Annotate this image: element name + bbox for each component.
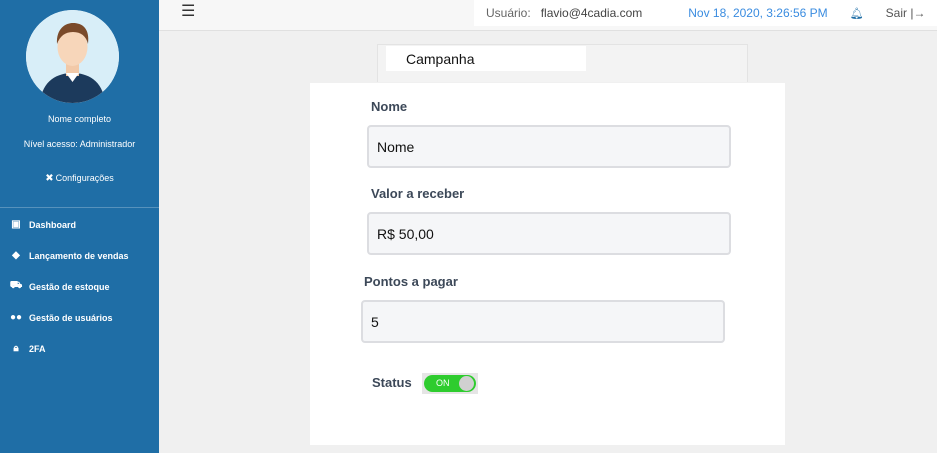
toggle-text: ON xyxy=(436,378,450,388)
topbar: ☰ Usuário: flavio@4cadia.com Nov 18, 202… xyxy=(159,0,937,31)
menu-icon[interactable]: ☰ xyxy=(181,1,195,21)
status-toggle[interactable]: ON xyxy=(422,373,478,394)
sidebar-item-vendas[interactable]: ◆ Lançamento de vendas xyxy=(0,240,159,271)
nome-input[interactable] xyxy=(367,125,731,168)
sidebar-item-label: Gestão de usuários xyxy=(29,312,113,323)
sidebar-item-usuarios[interactable]: ●● Gestão de usuários xyxy=(0,302,159,333)
user-bar: Usuário: flavio@4cadia.com Nov 18, 2020,… xyxy=(474,0,937,26)
bell-icon[interactable]: 🔔︎ xyxy=(850,7,864,20)
tools-icon: ✖ xyxy=(45,173,54,184)
logout-button[interactable]: Sair |→ xyxy=(886,6,926,20)
pontos-label: Pontos a pagar xyxy=(364,274,458,289)
user-email: flavio@4cadia.com xyxy=(540,6,643,20)
sidebar-divider xyxy=(0,207,159,208)
sidebar: Nome completo Nível acesso: Administrado… xyxy=(0,0,159,453)
nome-label: Nome xyxy=(371,99,408,114)
avatar xyxy=(26,10,119,103)
datetime: Nov 18, 2020, 3:26:56 PM xyxy=(688,6,828,20)
sidebar-item-label: Lançamento de vendas xyxy=(29,250,129,261)
sidebar-item-2fa[interactable]: 🔒︎ 2FA xyxy=(0,333,159,364)
logout-icon: |→ xyxy=(910,6,926,20)
tab-bar: Campanha xyxy=(377,44,748,82)
user-avatar-icon xyxy=(26,10,119,103)
user-label: Usuário: xyxy=(486,6,531,20)
sidebar-item-estoque[interactable]: ⛟ Gestão de estoque xyxy=(0,271,159,302)
valor-input[interactable] xyxy=(367,212,731,255)
sidebar-item-label: 2FA xyxy=(29,343,46,354)
profile-name: Nome completo xyxy=(47,114,112,124)
valor-label: Valor a receber xyxy=(371,186,465,201)
dashboard-icon: ▣ xyxy=(11,219,21,230)
tag-icon: ◆ xyxy=(12,250,20,261)
sidebar-item-label: Gestão de estoque xyxy=(29,281,110,292)
users-icon: ●● xyxy=(9,312,23,323)
lock-icon: 🔒︎ xyxy=(13,343,19,354)
pontos-input[interactable] xyxy=(361,300,725,343)
sidebar-nav: ▣ Dashboard ◆ Lançamento de vendas ⛟ Ges… xyxy=(0,209,159,364)
config-label: Configurações xyxy=(55,173,114,183)
config-link[interactable]: ✖ Configurações xyxy=(0,173,159,184)
sidebar-item-dashboard[interactable]: ▣ Dashboard xyxy=(0,209,159,240)
sidebar-item-label: Dashboard xyxy=(29,219,77,230)
tab-campanha[interactable]: Campanha xyxy=(386,46,586,71)
cart-icon: ⛟ xyxy=(9,280,23,291)
toggle-track: ON xyxy=(424,375,476,392)
access-level: Nível acesso: Administrador xyxy=(23,139,136,149)
toggle-knob xyxy=(459,376,474,391)
status-label: Status xyxy=(372,375,412,390)
logout-label: Sair xyxy=(885,6,907,20)
